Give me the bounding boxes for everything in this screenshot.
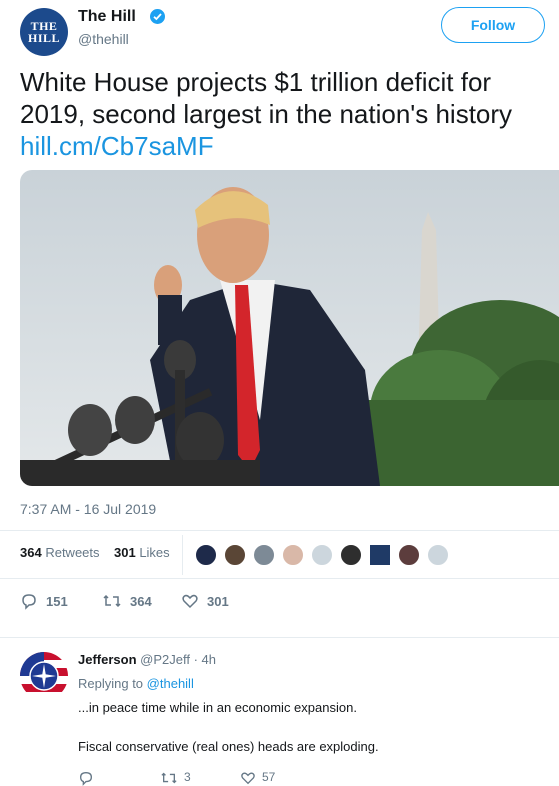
divider [0, 637, 559, 638]
account-handle[interactable]: @thehill [78, 31, 129, 47]
follow-button[interactable]: Follow [441, 7, 545, 43]
liker-avatar[interactable] [252, 543, 276, 567]
liker-avatar[interactable] [368, 543, 392, 567]
liker-avatar[interactable] [397, 543, 421, 567]
retweet-icon [161, 772, 177, 784]
reply-text-line1: ...in peace time while in an economic ex… [78, 700, 357, 715]
avatar-text-line2: HILL [27, 31, 60, 45]
reply-count: 151 [46, 593, 68, 609]
liker-avatar[interactable] [339, 543, 363, 567]
like-count: 301 [207, 593, 229, 609]
liker-avatar[interactable] [194, 543, 218, 567]
reply-reply-action[interactable] [78, 770, 94, 786]
heart-icon [241, 772, 255, 785]
tweet-stats: 364 Retweets 301 Likes [20, 545, 170, 560]
divider [0, 578, 559, 579]
tweet-text: White House projects $1 trillion deficit… [20, 67, 513, 129]
reply-author[interactable]: Jefferson @P2Jeff · 4h [78, 652, 216, 667]
reply-like-action[interactable]: 57 [240, 770, 275, 786]
the-hill-avatar[interactable]: THE HILL [20, 8, 68, 56]
verified-badge-icon [150, 9, 165, 24]
reply-time[interactable]: · 4h [194, 652, 216, 667]
divider [0, 530, 559, 531]
tweet-timestamp[interactable]: 7:37 AM - 16 Jul 2019 [20, 501, 156, 517]
reply-retweet-count: 3 [184, 770, 191, 784]
stats-separator [182, 535, 183, 575]
reply-retweet-action[interactable]: 3 [160, 770, 191, 786]
retweet-count: 364 [130, 593, 152, 609]
reply-like-count: 57 [262, 770, 276, 784]
replying-to: Replying to @thehill [78, 676, 194, 691]
reply-action[interactable]: 151 [20, 592, 68, 610]
reply-avatar[interactable] [20, 652, 68, 700]
liker-avatar[interactable] [310, 543, 334, 567]
retweet-action[interactable]: 364 [102, 592, 152, 610]
reply-text-line2: Fiscal conservative (real ones) heads ar… [78, 739, 379, 754]
reply-author-handle[interactable]: @P2Jeff [140, 652, 190, 667]
replying-to-link[interactable]: @thehill [147, 676, 194, 691]
reply-icon [22, 594, 36, 610]
tweet-photo[interactable] [20, 170, 559, 486]
reply-icon [79, 771, 93, 786]
heart-icon [182, 594, 198, 609]
retweet-stat[interactable]: 364 Retweets [20, 545, 100, 560]
account-name[interactable]: The Hill [78, 8, 136, 26]
liker-avatar[interactable] [281, 543, 305, 567]
like-stat[interactable]: 301 Likes [114, 545, 170, 560]
tweet-link[interactable]: hill.cm/Cb7saMF [20, 130, 214, 162]
reply-author-name[interactable]: Jefferson [78, 652, 137, 667]
like-action[interactable]: 301 [181, 592, 229, 610]
liker-avatar[interactable] [223, 543, 247, 567]
retweet-icon [103, 594, 121, 608]
liker-avatar[interactable] [426, 543, 450, 567]
